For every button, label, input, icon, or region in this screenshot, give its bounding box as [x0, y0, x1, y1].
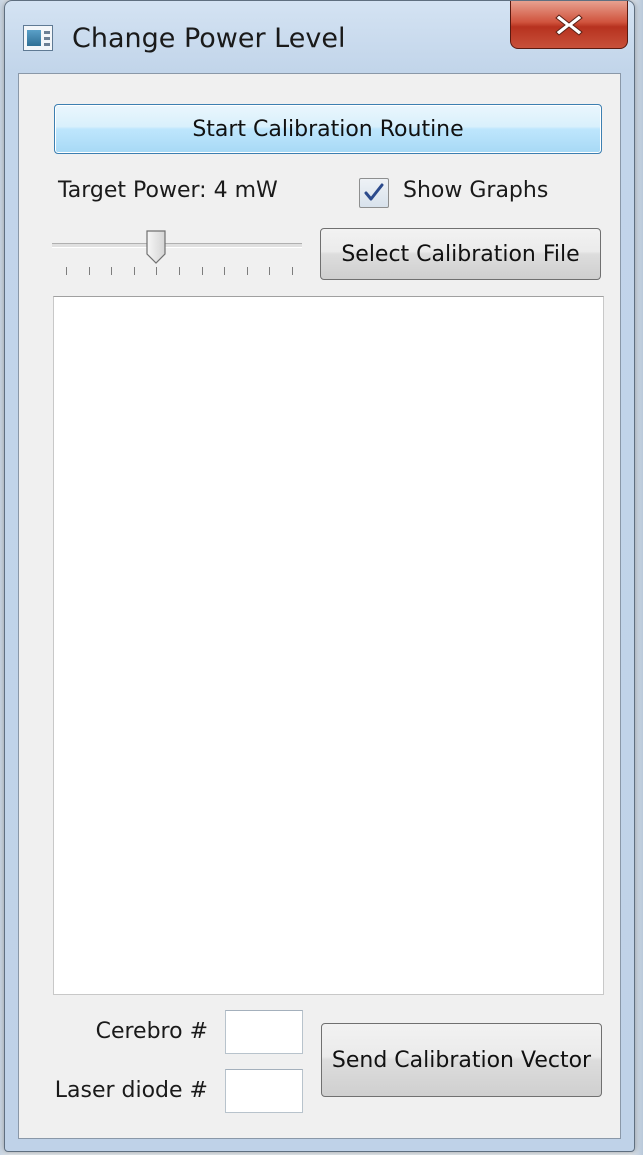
close-icon — [555, 13, 583, 36]
change-power-level-window: Change Power Level Start Calibration Rou… — [4, 0, 635, 1152]
dialog-client-area: Start Calibration Routine Target Power: … — [18, 73, 621, 1139]
show-graphs-label[interactable]: Show Graphs — [403, 178, 548, 203]
slider-tick — [88, 267, 90, 275]
slider-tick — [133, 267, 135, 275]
show-graphs-checkbox[interactable] — [359, 178, 389, 208]
slider-thumb[interactable] — [145, 230, 167, 264]
slider-tick — [269, 267, 271, 275]
window-title: Change Power Level — [72, 23, 346, 54]
slider-tick — [156, 267, 158, 275]
slider-track — [52, 243, 302, 248]
checkmark-icon — [364, 183, 384, 201]
target-power-label: Target Power: 4 mW — [58, 178, 278, 203]
cerebro-number-input[interactable] — [225, 1010, 303, 1054]
target-power-slider[interactable] — [52, 224, 304, 280]
select-calibration-file-button[interactable]: Select Calibration File — [320, 228, 601, 280]
slider-tick — [179, 267, 180, 275]
slider-tick — [224, 267, 226, 275]
graph-panel — [53, 296, 604, 995]
slider-tick — [201, 267, 203, 275]
slider-tick — [66, 267, 67, 275]
send-calibration-vector-button[interactable]: Send Calibration Vector — [321, 1023, 602, 1097]
close-button[interactable] — [510, 1, 628, 49]
start-calibration-button[interactable]: Start Calibration Routine — [54, 104, 602, 154]
laser-diode-number-label: Laser diode # — [54, 1078, 208, 1103]
title-bar[interactable]: Change Power Level — [5, 1, 634, 73]
slider-tick — [292, 267, 293, 275]
cerebro-number-label: Cerebro # — [95, 1019, 208, 1044]
app-window-icon — [23, 25, 53, 51]
slider-tick — [111, 267, 113, 275]
slider-tick — [246, 267, 248, 275]
laser-diode-number-input[interactable] — [225, 1069, 303, 1113]
